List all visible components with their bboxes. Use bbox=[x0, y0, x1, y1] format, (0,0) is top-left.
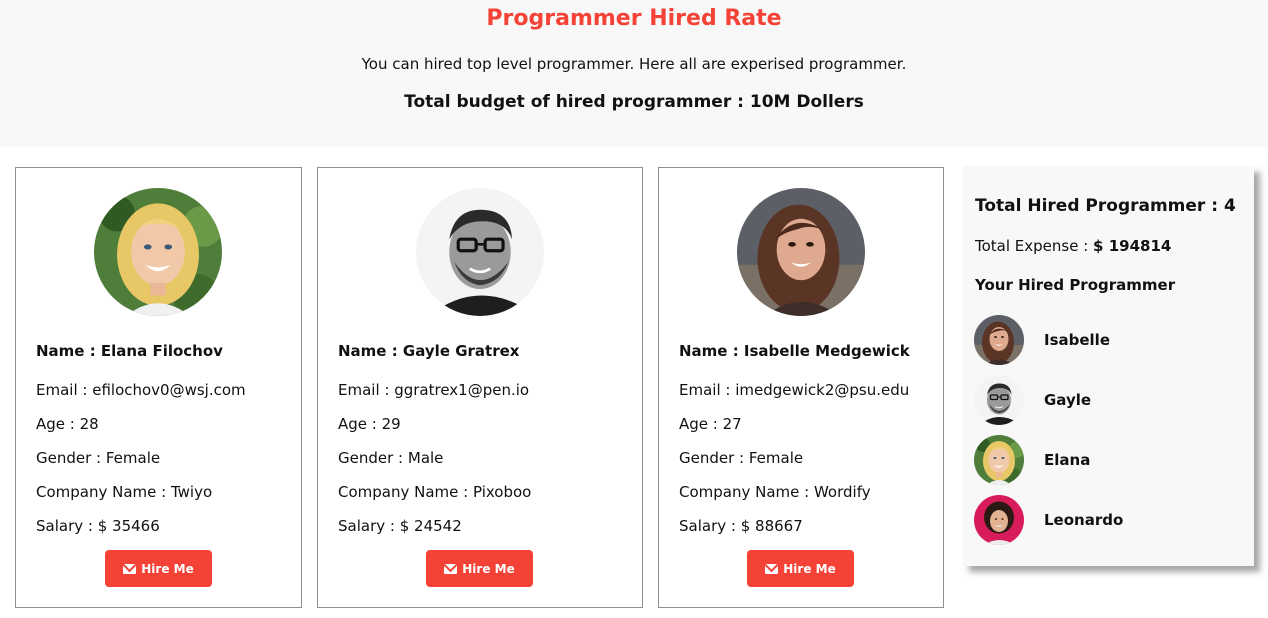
hire-me-button[interactable]: Hire Me bbox=[426, 550, 533, 587]
programmer-name: Name : Isabelle Medgewick bbox=[679, 342, 910, 360]
programmer-age: Age : 29 bbox=[338, 415, 401, 433]
avatar bbox=[974, 375, 1024, 425]
avatar bbox=[974, 435, 1024, 485]
hired-name: Isabelle bbox=[1044, 331, 1110, 349]
programmer-email: Email : ggratrex1@pen.io bbox=[338, 381, 530, 399]
hired-list-item: Gayle bbox=[974, 375, 1234, 425]
programmer-email: Email : efilochov0@wsj.com bbox=[36, 381, 246, 399]
avatar bbox=[416, 188, 544, 316]
hired-name: Elana bbox=[1044, 451, 1091, 469]
programmer-company: Company Name : Pixoboo bbox=[338, 483, 532, 501]
programmer-gender: Gender : Female bbox=[679, 449, 804, 467]
hired-list-item: Leonardo bbox=[974, 495, 1234, 545]
programmer-gender: Gender : Female bbox=[36, 449, 161, 467]
hire-me-button[interactable]: Hire Me bbox=[747, 550, 854, 587]
avatar bbox=[974, 495, 1024, 545]
programmer-name: Name : Gayle Gratrex bbox=[338, 342, 520, 360]
hire-me-label: Hire Me bbox=[462, 561, 515, 576]
envelope-icon bbox=[123, 563, 137, 574]
envelope-icon bbox=[444, 563, 458, 574]
avatar bbox=[94, 188, 222, 316]
page-header: Programmer Hired Rate You can hired top … bbox=[0, 0, 1268, 147]
hired-list-item: Isabelle bbox=[974, 315, 1234, 365]
programmer-age: Age : 28 bbox=[36, 415, 99, 433]
programmer-salary: Salary : $ 24542 bbox=[338, 517, 462, 535]
programmer-card: Name : Gayle Gratrex Email : ggratrex1@p… bbox=[317, 167, 643, 608]
hire-me-label: Hire Me bbox=[783, 561, 836, 576]
total-budget: Total budget of hired programmer : 10M D… bbox=[404, 92, 864, 112]
page-title: Programmer Hired Rate bbox=[486, 6, 782, 31]
hired-list-title: Your Hired Programmer bbox=[975, 276, 1176, 294]
programmer-age: Age : 27 bbox=[679, 415, 742, 433]
programmer-info: Name : Gayle Gratrex Email : ggratrex1@p… bbox=[338, 342, 531, 551]
programmer-info: Name : Elana Filochov Email : efilochov0… bbox=[36, 342, 246, 551]
programmer-salary: Salary : $ 88667 bbox=[679, 517, 803, 535]
programmer-card: Name : Elana Filochov Email : efilochov0… bbox=[15, 167, 302, 608]
envelope-icon bbox=[765, 563, 779, 574]
programmer-info: Name : Isabelle Medgewick Email : imedge… bbox=[679, 342, 910, 551]
programmer-card: Name : Isabelle Medgewick Email : imedge… bbox=[658, 167, 944, 608]
avatar bbox=[737, 188, 865, 316]
programmer-name: Name : Elana Filochov bbox=[36, 342, 223, 360]
hired-summary-panel: Total Hired Programmer : 4 Total Expense… bbox=[963, 166, 1254, 566]
total-expense: Total Expense : $ 194814 bbox=[975, 237, 1172, 255]
page-subtitle: You can hired top level programmer. Here… bbox=[361, 55, 907, 73]
programmer-company: Company Name : Twiyo bbox=[36, 483, 213, 501]
hired-name: Leonardo bbox=[1044, 511, 1124, 529]
programmer-company: Company Name : Wordify bbox=[679, 483, 871, 501]
programmer-gender: Gender : Male bbox=[338, 449, 444, 467]
hire-me-button[interactable]: Hire Me bbox=[105, 550, 212, 587]
programmer-email: Email : imedgewick2@psu.edu bbox=[679, 381, 910, 399]
programmer-salary: Salary : $ 35466 bbox=[36, 517, 160, 535]
avatar bbox=[974, 315, 1024, 365]
total-hired: Total Hired Programmer : 4 bbox=[975, 196, 1236, 216]
hired-name: Gayle bbox=[1044, 391, 1092, 409]
hired-list-item: Elana bbox=[974, 435, 1234, 485]
hire-me-label: Hire Me bbox=[141, 561, 194, 576]
